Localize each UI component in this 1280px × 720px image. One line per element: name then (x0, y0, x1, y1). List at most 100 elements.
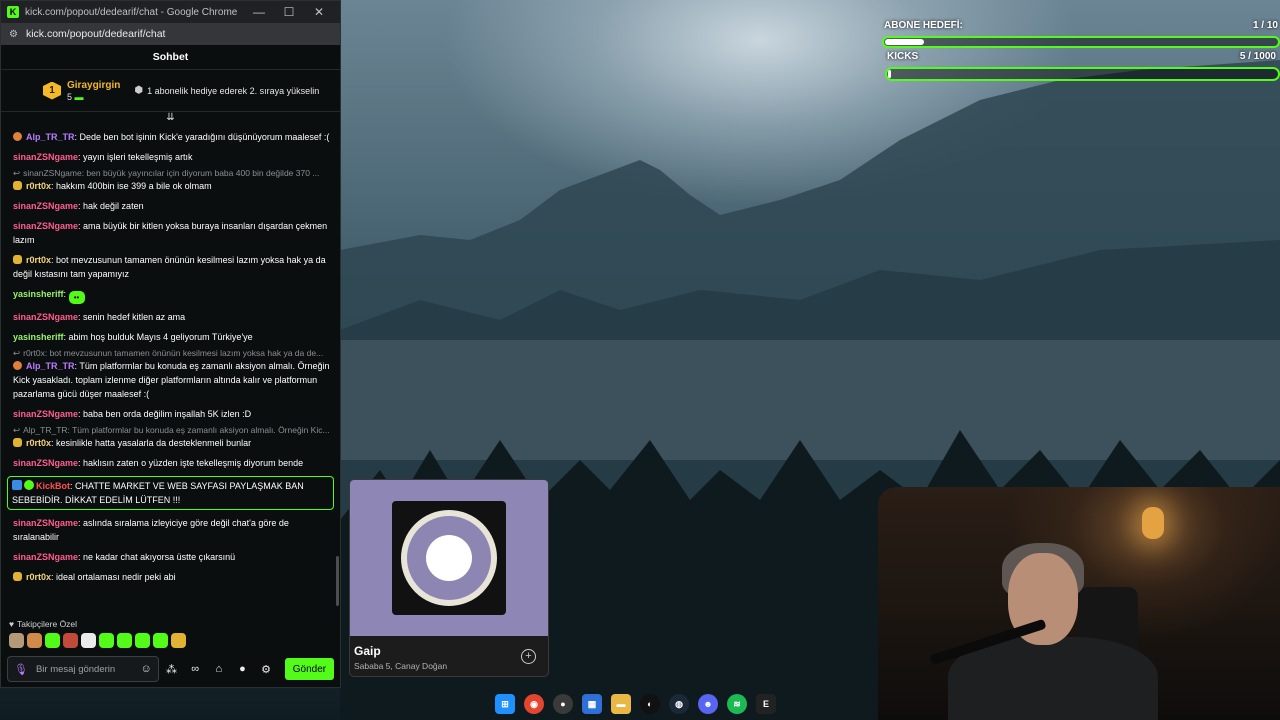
bot-badge-icon (12, 480, 22, 490)
emote[interactable] (63, 633, 78, 648)
emote[interactable] (99, 633, 114, 648)
chat-username[interactable]: sinanZSNgame (13, 552, 78, 562)
chat-text: : abim hoş bulduk Mayıs 4 geliyorum Türk… (63, 332, 253, 342)
chat-bubble-icon[interactable]: ● (232, 663, 254, 675)
chat-text: : hakkım 400bin ise 399 a bile ok olmam (51, 181, 212, 191)
chat-username[interactable]: sinanZSNgame (13, 152, 78, 162)
chat-message: sinanZSNgame: yayın işleri tekelleşmiş a… (13, 150, 330, 164)
send-button[interactable]: Gönder (284, 658, 335, 680)
minimize-icon[interactable]: — (244, 5, 274, 19)
kicks-goal: KICKS 5 / 1000 (882, 51, 1280, 81)
infinity-icon[interactable]: ∞ (184, 663, 206, 675)
chat-username[interactable]: r0rt0x (26, 181, 51, 191)
emote[interactable]: •• (68, 291, 85, 304)
chat-message: sinanZSNgame: hak değil zaten (13, 199, 330, 213)
store-icon[interactable]: ▦ (582, 694, 602, 714)
chat-username[interactable]: r0rt0x (26, 255, 51, 265)
close-icon[interactable]: ✕ (304, 5, 334, 19)
pinned-leaderboard[interactable]: 1 Giraygirgin 5 ▬ ⬢ 1 abonelik hediye ed… (1, 70, 340, 112)
chat-username[interactable]: r0rt0x (26, 438, 51, 448)
github-icon[interactable]: ◐ (640, 694, 660, 714)
chat-username[interactable]: sinanZSNgame (13, 409, 78, 419)
reply-icon: ↩ (13, 425, 21, 435)
chat-username[interactable]: sinanZSNgame (13, 221, 78, 231)
emote[interactable] (45, 633, 60, 648)
chat-message: r0rt0x: bot mevzusunun tamamen önünün ke… (13, 253, 330, 281)
chat-username[interactable]: yasinsheriff (13, 332, 64, 342)
reply-icon: ↩ (13, 168, 21, 178)
chat-input-box[interactable]: 🎙 ☺ (7, 656, 159, 682)
chat-text: : Dede ben bot işinin Kick'e yaradığını … (74, 132, 330, 142)
kicks-goal-fill (888, 70, 892, 78)
emote[interactable] (153, 633, 168, 648)
maximize-icon[interactable]: ☐ (274, 5, 304, 19)
track-title: Gaip (354, 644, 381, 658)
settings-icon[interactable]: ⚙ (255, 663, 277, 676)
lamp (1142, 507, 1164, 539)
subscriber-badge-icon (13, 255, 22, 264)
epic-icon[interactable]: E (756, 694, 776, 714)
chat-username[interactable]: sinanZSNgame (13, 201, 78, 211)
chat-scrollbar[interactable] (336, 556, 339, 606)
emote[interactable] (171, 633, 186, 648)
followers-emotes: ♥ Takipçilere Özel (1, 615, 340, 648)
chat-text: : yayın işleri tekelleşmiş artık (78, 152, 193, 162)
chat-popout-window: K kick.com/popout/dedearif/chat - Google… (0, 0, 341, 688)
chat-text: : ideal ortalaması nedir peki abi (51, 572, 176, 582)
pinned-username: Giraygirgin (67, 79, 121, 91)
chat-text: : senin hedef kitlen az ama (78, 312, 186, 322)
chat-message: sinanZSNgame: aslında sıralama izleyiciy… (13, 516, 330, 544)
kicks-goal-bar (885, 67, 1280, 81)
chat-username[interactable]: sinanZSNgame (13, 458, 78, 468)
emoji-icon[interactable]: ☺ (140, 663, 151, 675)
folder-icon[interactable]: ▬ (611, 694, 631, 714)
subscriber-badge-icon (13, 572, 22, 581)
emote[interactable] (9, 633, 24, 648)
chat-username[interactable]: sinanZSNgame (13, 312, 78, 322)
windows-icon[interactable]: ⊞ (495, 694, 515, 714)
chat-message: r0rt0x: ideal ortalaması nedir peki abi (13, 570, 330, 584)
site-settings-icon[interactable]: ⚙ (9, 29, 18, 40)
chat-username[interactable]: yasinsheriff (13, 289, 64, 299)
scroll-down-icon[interactable]: ⇊ (1, 112, 340, 126)
chat-username[interactable]: r0rt0x (26, 572, 51, 582)
chat-username[interactable]: Alp_TR_TR (26, 132, 75, 142)
reply-preview[interactable]: ↩ Alp_TR_TR: Tüm platformlar bu konuda eş… (13, 424, 330, 436)
chat-message: KickBot: CHATTE MARKET VE WEB SAYFASI PA… (7, 476, 334, 510)
emote[interactable] (135, 633, 150, 648)
microphone-icon[interactable]: 🎙 (14, 663, 28, 676)
pinned-count: 5 ▬ (67, 91, 84, 102)
address-bar[interactable]: ⚙ kick.com/popout/dedearif/chat (1, 23, 340, 45)
chat-message: Alp_TR_TR: Dede ben bot işinin Kick'e ya… (13, 130, 330, 144)
spotify-icon[interactable]: ≋ (727, 694, 747, 714)
chat-username[interactable]: KickBot (36, 481, 70, 491)
reply-preview[interactable]: ↩ sinanZSNgame: ben büyük yayıncılar için… (13, 167, 330, 179)
chat-title: Sohbet (152, 51, 189, 63)
chat-text: : haklısın zaten o yüzden işte tekelleşm… (78, 458, 304, 468)
reply-preview[interactable]: ↩ r0rt0x: bot mevzusunun tamamen önünün k… (13, 347, 330, 359)
emote[interactable] (117, 633, 132, 648)
add-icon[interactable]: + (521, 649, 536, 664)
chrome-icon[interactable]: ◉ (524, 694, 544, 714)
store-icon[interactable]: ⌂ (208, 663, 230, 675)
subscriber-badge-icon (13, 132, 22, 141)
chat-message: r0rt0x: hakkım 400bin ise 399 a bile ok … (13, 179, 330, 193)
window-title: kick.com/popout/dedearif/chat - Google C… (25, 6, 238, 18)
kicks-goal-value: 5 / 1000 (1239, 51, 1276, 62)
obs-icon[interactable]: ● (553, 694, 573, 714)
emote-row (9, 633, 332, 648)
heart-icon: ♥ (9, 619, 15, 629)
chat-input[interactable] (35, 663, 141, 675)
steam-icon[interactable]: ◍ (669, 694, 689, 714)
chat-message: Alp_TR_TR: Tüm platformlar bu konuda eş … (13, 359, 330, 401)
kicks-icon[interactable]: ⁂ (161, 663, 183, 676)
chat-username[interactable]: Alp_TR_TR (26, 361, 75, 371)
emote[interactable] (27, 633, 42, 648)
discord-icon[interactable]: ☻ (698, 694, 718, 714)
chat-message: sinanZSNgame: ne kadar chat akıyorsa üst… (13, 550, 330, 564)
emote[interactable] (81, 633, 96, 648)
chat-username[interactable]: sinanZSNgame (13, 518, 78, 528)
kicks-goal-label: KICKS (887, 51, 919, 62)
kick-logo-icon: K (7, 6, 19, 18)
chat-text: : hak değil zaten (78, 201, 144, 211)
